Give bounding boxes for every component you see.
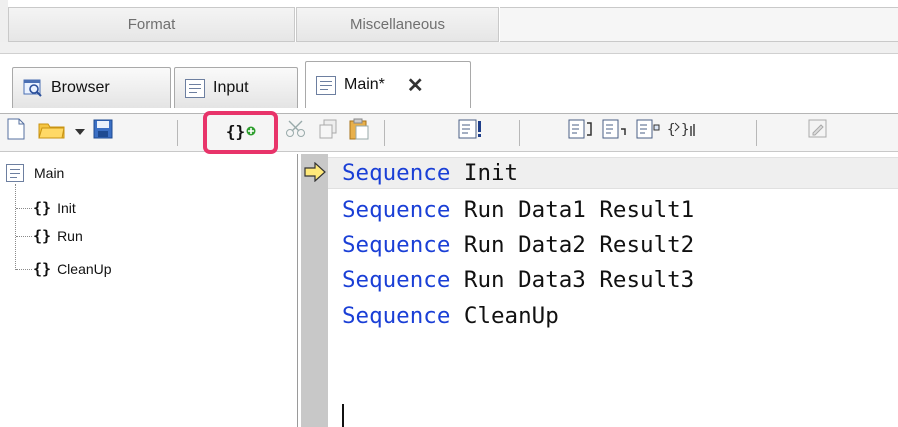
sequence-icon: {} xyxy=(33,260,52,278)
tab-browser[interactable]: Browser xyxy=(12,67,171,108)
toolbar-separator xyxy=(756,120,757,146)
code-keyword: Sequence xyxy=(342,160,451,186)
step-into-icon xyxy=(602,119,628,144)
tab-label: Browser xyxy=(51,79,110,96)
tab-label: Input xyxy=(213,79,249,96)
document-icon xyxy=(6,164,24,182)
open-folder-icon xyxy=(38,118,66,145)
tab-label: Main* xyxy=(344,76,385,93)
edit-icon xyxy=(808,119,828,144)
paste-icon xyxy=(349,118,369,145)
sequence-step-button[interactable]: {} xyxy=(665,117,699,145)
code-line: Sequence Init xyxy=(342,160,518,186)
tree-item[interactable]: {} Run xyxy=(33,225,83,247)
step-out-icon xyxy=(636,119,662,144)
close-icon[interactable]: ✕ xyxy=(407,73,424,98)
ribbon-group-label: Miscellaneous xyxy=(349,16,446,33)
open-dropdown[interactable] xyxy=(72,117,88,145)
toolbar-separator xyxy=(177,120,178,146)
step-into-button[interactable] xyxy=(600,117,630,145)
dropdown-arrow-icon xyxy=(75,122,85,140)
tab-main[interactable]: Main* ✕ xyxy=(305,61,471,108)
tree-item[interactable]: {} Init xyxy=(33,197,76,219)
copy-icon xyxy=(318,119,338,144)
tree-item-label: Init xyxy=(57,200,76,216)
new-document-button[interactable] xyxy=(3,117,29,145)
code-keyword: Sequence xyxy=(342,303,451,329)
code-keyword: Sequence xyxy=(342,267,451,293)
ribbon-strip xyxy=(0,42,898,54)
code-keyword: Sequence xyxy=(342,197,451,223)
sequence-icon: {} xyxy=(33,199,52,217)
ribbon-background xyxy=(500,7,898,42)
svg-text:{: { xyxy=(667,122,675,138)
ribbon-group-miscellaneous: Miscellaneous xyxy=(296,7,499,42)
svg-text:}: } xyxy=(681,122,689,138)
paste-button[interactable] xyxy=(346,117,372,145)
tree-connector xyxy=(16,236,32,237)
copy-button[interactable] xyxy=(315,117,341,145)
current-line-arrow-icon xyxy=(304,161,326,183)
run-button[interactable] xyxy=(456,117,486,145)
code-line: Sequence Run Data2 Result2 xyxy=(342,232,694,258)
toolbar xyxy=(0,113,898,152)
new-document-icon xyxy=(7,118,25,145)
text-cursor xyxy=(342,404,344,427)
tree-root-label: Main xyxy=(34,165,65,181)
tree-item-label: CleanUp xyxy=(57,261,112,277)
sequence-tree xyxy=(0,154,298,427)
toolbar-separator xyxy=(519,120,520,146)
cut-button[interactable] xyxy=(283,117,309,145)
code-text: CleanUp xyxy=(450,303,559,329)
code-text: Run Data2 Result2 xyxy=(450,232,695,258)
edit-button[interactable] xyxy=(806,117,830,145)
code-line: Sequence CleanUp xyxy=(342,303,559,329)
code-text: Run Data1 Result1 xyxy=(450,197,695,223)
sequence-icon: {} xyxy=(33,227,52,245)
code-line: Sequence Run Data1 Result1 xyxy=(342,197,694,223)
code-keyword: Sequence xyxy=(342,232,451,258)
document-icon xyxy=(316,75,336,95)
editor-gutter xyxy=(301,154,328,427)
save-button[interactable] xyxy=(91,117,115,145)
open-button[interactable] xyxy=(36,117,68,145)
code-line: Sequence Run Data3 Result3 xyxy=(342,267,694,293)
save-icon xyxy=(93,119,113,144)
code-text: Run Data3 Result3 xyxy=(450,267,695,293)
sequence-step-icon: {} xyxy=(666,118,698,145)
code-text: Init xyxy=(450,160,519,186)
ribbon-group-label: Format xyxy=(127,16,176,33)
document-icon xyxy=(185,78,205,98)
tree-connector xyxy=(16,269,32,270)
tree-connector xyxy=(15,184,16,270)
cut-icon xyxy=(285,119,307,144)
add-sequence-button[interactable]: {} xyxy=(212,117,270,145)
tree-root-main[interactable]: Main xyxy=(6,162,64,184)
step-icon xyxy=(568,119,594,144)
browser-icon xyxy=(23,79,43,97)
tree-item[interactable]: {} CleanUp xyxy=(33,258,112,280)
step-out-button[interactable] xyxy=(634,117,664,145)
tree-item-label: Run xyxy=(57,228,83,244)
tab-input[interactable]: Input xyxy=(174,67,298,108)
ribbon-group-format: Format xyxy=(8,7,295,42)
step-button[interactable] xyxy=(566,117,596,145)
add-sequence-icon: {} xyxy=(226,122,256,141)
toolbar-separator xyxy=(384,120,385,146)
add-sequence-braces: {} xyxy=(225,121,246,141)
tree-connector xyxy=(16,208,32,209)
run-icon xyxy=(458,119,484,144)
